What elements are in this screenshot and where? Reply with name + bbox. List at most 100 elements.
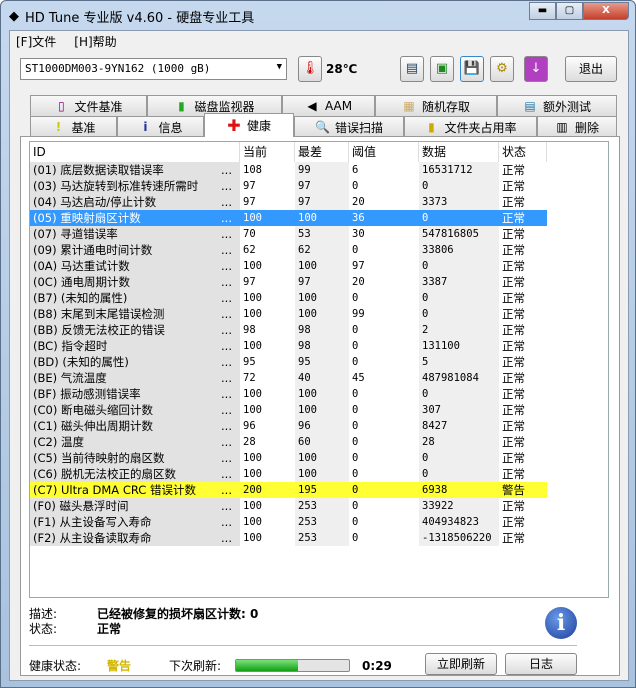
drive-select[interactable]: ST1000DM003-9YN162 (1000 gB) ▼ xyxy=(20,58,287,80)
copy-screenshot-icon: ▣ xyxy=(435,61,449,76)
cell-current: 100 xyxy=(243,340,262,352)
attribute-name: (C0) 断电磁头缩回计数 xyxy=(33,403,153,417)
table-row[interactable]: (C0) 断电磁头缩回计数... 100 100 0 307 正常 xyxy=(30,402,608,418)
table-row[interactable]: (0A) 马达重试计数... 100 100 97 0 正常 xyxy=(30,258,608,274)
col-status[interactable]: 状态 xyxy=(499,142,547,162)
cell-worst: 100 xyxy=(295,210,349,226)
cell-data: 3387 xyxy=(419,274,499,290)
table-row[interactable]: (C7) Ultra DMA CRC 错误计数... 200 195 0 6938 警告 xyxy=(30,482,608,498)
table-row[interactable]: (B8) 末尾到末尾错误检测... 100 100 99 0 正常 xyxy=(30,306,608,322)
tab-erase[interactable]: ▥ 删除 xyxy=(537,116,617,137)
copy-text-button[interactable]: ▤ xyxy=(400,56,424,82)
ellipsis: ... xyxy=(221,323,232,337)
table-row[interactable]: (C6) 脱机无法校正的扇区数... 100 100 0 0 正常 xyxy=(30,466,608,482)
cell-threshold: 45 xyxy=(352,372,365,384)
table-row[interactable]: (BD) (未知的属性)... 95 95 0 5 正常 xyxy=(30,354,608,370)
col-threshold[interactable]: 阈值 xyxy=(349,142,419,162)
minimize-button[interactable]: ▬ xyxy=(529,2,556,20)
cell-threshold: 0 xyxy=(349,482,419,498)
cell-id: (09) 累计通电时间计数... xyxy=(30,242,240,258)
table-row[interactable]: (0C) 通电周期计数... 97 97 20 3387 正常 xyxy=(30,274,608,290)
cell-id: (BF) 振动感测错误率... xyxy=(30,386,240,402)
tab-extra-tests[interactable]: ▤ 额外测试 xyxy=(497,95,617,116)
table-row[interactable]: (C2) 温度... 28 60 0 28 正常 xyxy=(30,434,608,450)
col-data[interactable]: 数据 xyxy=(419,142,499,162)
cell-data: 307 xyxy=(419,402,499,418)
cell-status: 正常 xyxy=(502,227,525,241)
cell-current: 100 xyxy=(243,404,262,416)
cell-status: 正常 xyxy=(502,259,525,273)
cell-data: 487981084 xyxy=(419,370,499,386)
tab-benchmark[interactable]: ! 基准 xyxy=(30,116,117,137)
cell-threshold: 0 xyxy=(352,340,359,352)
temperature-readout: 28℃ xyxy=(326,62,358,76)
cell-worst: 98 xyxy=(295,338,349,354)
cell-status: 正常 xyxy=(499,210,547,226)
table-row[interactable]: (F0) 磁头悬浮时间... 100 253 0 33922 正常 xyxy=(30,498,608,514)
menu-help[interactable]: [H]帮助 xyxy=(74,33,116,50)
countdown: 0:29 xyxy=(362,658,392,673)
tab-random-access[interactable]: ▦ 随机存取 xyxy=(375,95,497,116)
magnifier-icon: 🔍 xyxy=(314,120,330,134)
attribute-name: (F1) 从主设备写入寿命 xyxy=(33,515,152,529)
table-row[interactable]: (07) 寻道错误率... 70 53 30 547816805 正常 xyxy=(30,226,608,242)
cell-data: 0 xyxy=(419,450,499,466)
cell-data: 33806 xyxy=(419,242,499,258)
cell-current: 100 xyxy=(243,388,262,400)
cell-current: 97 xyxy=(243,276,256,288)
temperature-button[interactable]: 🌡 xyxy=(298,56,322,82)
col-current[interactable]: 当前 xyxy=(240,142,295,162)
exit-button[interactable]: 退出 xyxy=(565,56,617,82)
cell-id: (F1) 从主设备写入寿命... xyxy=(30,514,240,530)
log-button[interactable]: 日志 xyxy=(505,653,577,675)
tab-health[interactable]: ✚ 健康 xyxy=(204,113,294,137)
menu-file[interactable]: [F]文件 xyxy=(16,33,56,50)
cell-id: (01) 底层数据读取错误率... xyxy=(30,162,240,178)
close-button[interactable]: X xyxy=(583,2,629,20)
col-worst[interactable]: 最差 xyxy=(295,142,349,162)
cell-current: 97 xyxy=(243,180,256,192)
cell-threshold: 0 xyxy=(352,388,359,400)
table-row[interactable]: (09) 累计通电时间计数... 62 62 0 33806 正常 xyxy=(30,242,608,258)
info-icon[interactable]: i xyxy=(545,607,577,639)
table-row[interactable]: (C5) 当前待映射的扇区数... 100 100 0 0 正常 xyxy=(30,450,608,466)
table-row[interactable]: (C1) 磁头伸出周期计数... 96 96 0 8427 正常 xyxy=(30,418,608,434)
options-button[interactable]: ⚙ xyxy=(490,56,514,82)
tab-folder-usage[interactable]: ▮ 文件夹占用率 xyxy=(404,116,537,137)
col-id[interactable]: ID xyxy=(30,142,240,162)
table-row[interactable]: (B7) (未知的属性)... 100 100 0 0 正常 xyxy=(30,290,608,306)
cell-id: (BE) 气流温度... xyxy=(30,370,240,386)
maximize-button[interactable]: ▢ xyxy=(556,2,583,20)
download-button[interactable]: ↓ xyxy=(524,56,548,82)
ellipsis: ... xyxy=(221,467,232,481)
cell-id: (BC) 指令超时... xyxy=(30,338,240,354)
table-row[interactable]: (F1) 从主设备写入寿命... 100 253 0 404934823 正常 xyxy=(30,514,608,530)
save-button[interactable]: 💾 xyxy=(460,56,484,82)
cell-id: (C7) Ultra DMA CRC 错误计数... xyxy=(30,482,240,498)
table-row[interactable]: (BF) 振动感测错误率... 100 100 0 0 正常 xyxy=(30,386,608,402)
table-row[interactable]: (04) 马达启动/停止计数... 97 97 20 3373 正常 xyxy=(30,194,608,210)
attribute-name: (B8) 末尾到末尾错误检测 xyxy=(33,307,165,321)
cell-id: (C6) 脱机无法校正的扇区数... xyxy=(30,466,240,482)
table-row[interactable]: (F2) 从主设备读取寿命... 100 253 0 -1318506220 正常 xyxy=(30,530,608,546)
refresh-now-button[interactable]: 立即刷新 xyxy=(425,653,497,675)
cell-threshold: 0 xyxy=(352,500,359,512)
cell-worst: 96 xyxy=(295,418,349,434)
cell-current: 97 xyxy=(243,196,256,208)
tab-error-scan[interactable]: 🔍 错误扫描 xyxy=(294,116,404,137)
copy-screenshot-button[interactable]: ▣ xyxy=(430,56,454,82)
status-label: 状态: xyxy=(29,622,58,636)
table-row[interactable]: (BE) 气流温度... 72 40 45 487981084 正常 xyxy=(30,370,608,386)
table-row[interactable]: (BC) 指令超时... 100 98 0 131100 正常 xyxy=(30,338,608,354)
random-access-icon: ▦ xyxy=(403,99,415,113)
tab-file-benchmark[interactable]: ▯ 文件基准 xyxy=(30,95,147,116)
tab-aam[interactable]: ◀ AAM xyxy=(282,95,375,116)
copy-text-icon: ▤ xyxy=(405,61,419,76)
tab-info[interactable]: i 信息 xyxy=(117,116,204,137)
smart-table[interactable]: ID 当前 最差 阈值 数据 状态 (01) 底层数据读取错误率... 108 99… xyxy=(29,141,609,598)
table-row[interactable]: (01) 底层数据读取错误率... 108 99 6 16531712 正常 xyxy=(30,162,608,178)
cell-status: 正常 xyxy=(502,403,525,417)
table-row[interactable]: (BB) 反馈无法校正的错误... 98 98 0 2 正常 xyxy=(30,322,608,338)
table-row[interactable]: (03) 马达旋转到标准转速所需时... 97 97 0 0 正常 xyxy=(30,178,608,194)
table-row[interactable]: (05) 重映射扇区计数... 100 100 36 0 正常 xyxy=(30,210,608,226)
